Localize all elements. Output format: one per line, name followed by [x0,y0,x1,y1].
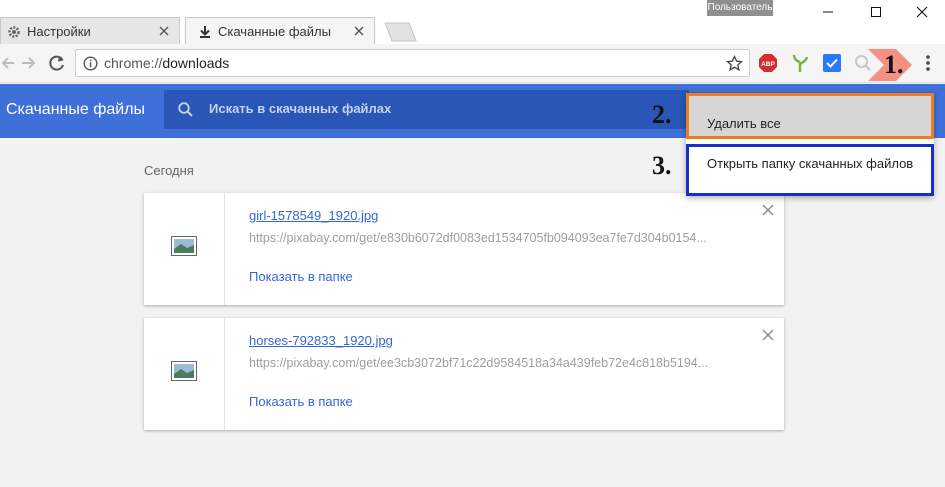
browser-toolbar: chrome://downloads ABP [0,44,945,83]
search-icon [178,102,193,117]
svg-text:ABP: ABP [761,61,775,68]
maximize-icon[interactable] [853,0,899,24]
menu-item-open-folder[interactable]: Открыть папку скачанных файлов [686,144,934,196]
star-icon[interactable] [726,55,743,72]
menu-item-clear-all[interactable]: Удалить все [686,93,934,139]
step-3-label: 3. [652,151,672,180]
check-icon[interactable] [822,53,842,73]
search-input[interactable]: Искать в скачанных файлах [164,90,689,129]
reload-icon[interactable] [46,52,68,74]
plant-icon[interactable] [790,53,810,73]
file-source-url[interactable]: https://pixabay.com/get/e830b6072df0083e… [249,231,739,245]
file-name-link[interactable]: horses-792833_1920.jpg [249,333,393,348]
image-file-icon [171,361,197,381]
download-card: girl-1578549_1920.jpg https://pixabay.co… [144,193,784,305]
thumbnail-column [144,193,225,305]
thumbnail-column [144,318,225,430]
tab-settings-label: Настройки [27,24,91,39]
minimize-icon[interactable] [805,0,851,24]
section-date: Сегодня [144,163,194,178]
close-icon[interactable] [899,0,945,24]
downloads-menu: Удалить все Открыть папку скачанных файл… [686,93,934,196]
forward-icon[interactable] [18,52,40,74]
new-tab-button[interactable] [383,22,418,42]
step-1-label: 1. [884,50,904,79]
remove-icon[interactable] [760,327,776,343]
page-title: Скачанные файлы [6,101,146,118]
download-icon [200,25,210,38]
search-placeholder: Искать в скачанных файлах [209,101,392,116]
tab-settings[interactable]: Настройки [0,17,180,45]
step-2-label: 2. [652,100,672,129]
download-card: horses-792833_1920.jpg https://pixabay.c… [144,318,784,430]
tab-downloads[interactable]: Скачанные файлы [185,17,375,45]
file-source-url[interactable]: https://pixabay.com/get/ee3cb3072bf71c22… [249,356,739,370]
tab-close-icon[interactable] [350,22,368,40]
url-text: chrome://downloads [104,55,230,71]
info-icon[interactable] [83,56,98,71]
show-in-folder-link[interactable]: Показать в папке [249,394,353,409]
tab-close-icon[interactable] [155,22,173,40]
address-bar[interactable]: chrome://downloads [75,49,750,77]
title-bar: Настройки Скачанные файлы Пользователь 1 [0,0,945,45]
menu-dots-icon[interactable] [920,53,936,73]
image-file-icon [171,236,197,256]
profile-badge[interactable]: Пользователь 1 [707,0,773,29]
gear-icon [8,25,20,38]
remove-icon[interactable] [760,202,776,218]
show-in-folder-link[interactable]: Показать в папке [249,269,353,284]
adblock-icon[interactable]: ABP [758,53,778,73]
file-name-link[interactable]: girl-1578549_1920.jpg [249,208,378,223]
tab-downloads-label: Скачанные файлы [218,24,331,39]
